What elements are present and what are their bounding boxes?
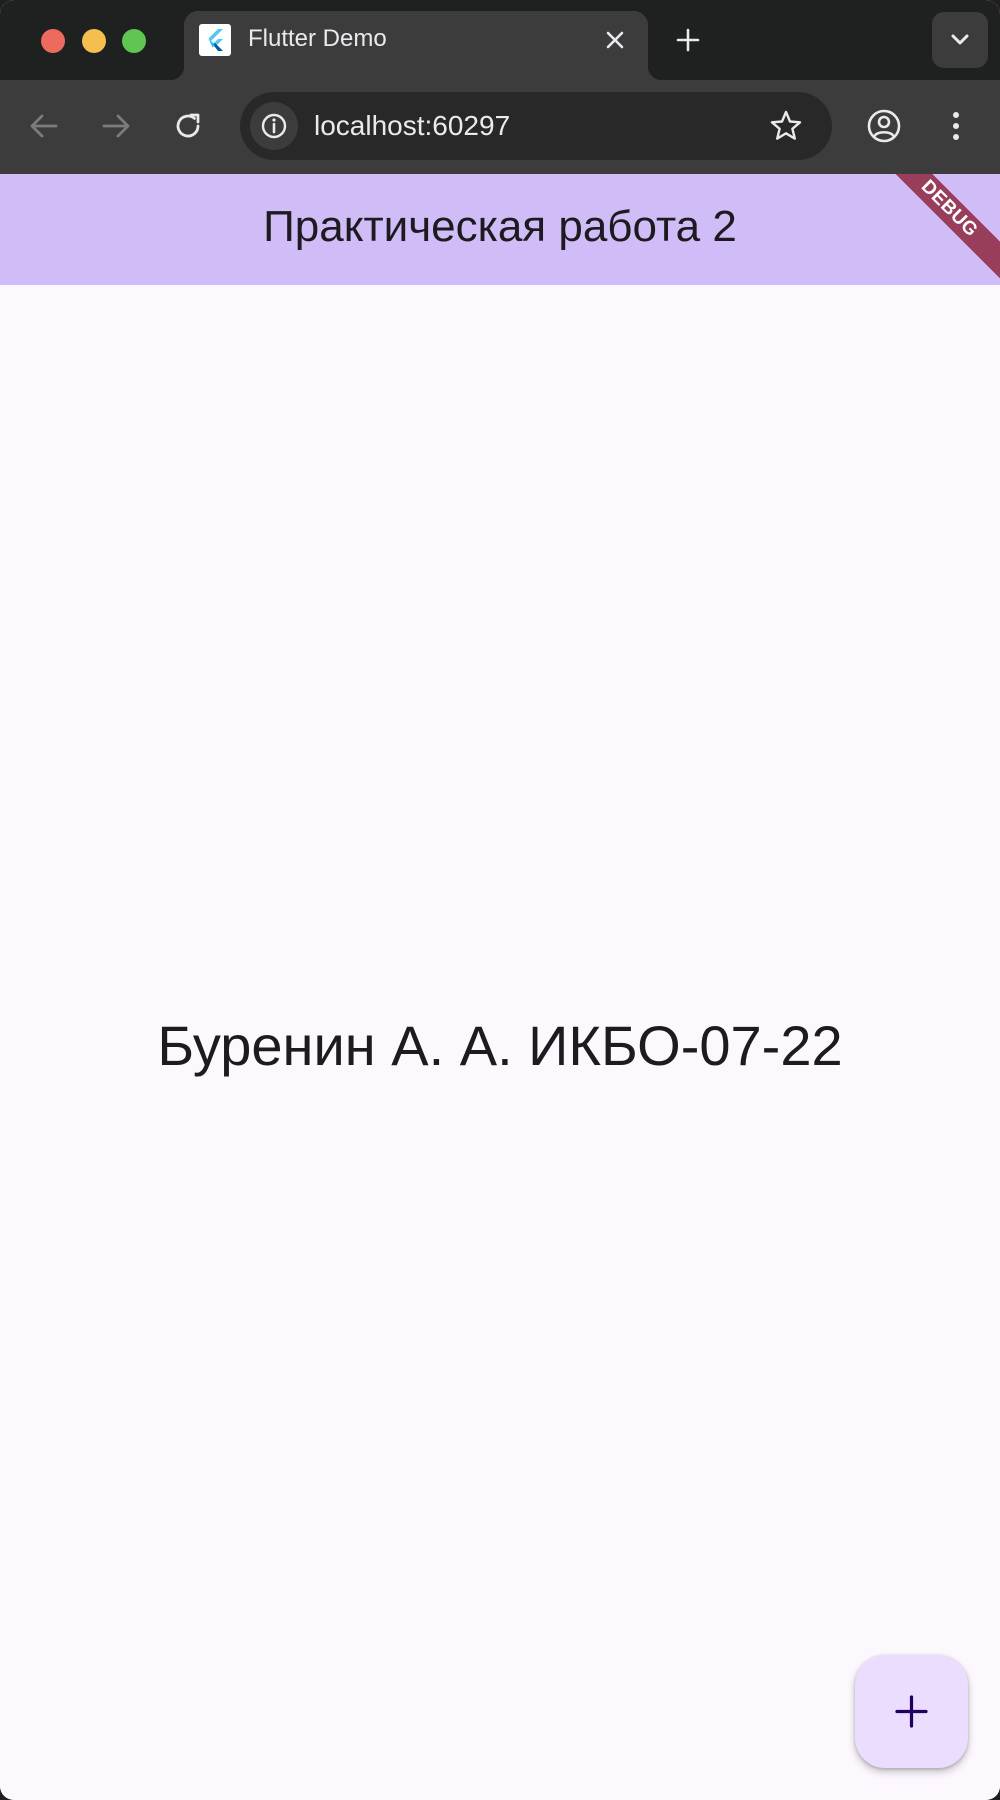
- zoom-window-button[interactable]: [122, 29, 146, 53]
- page-title: Практическая работа 2: [263, 202, 737, 251]
- chevron-down-icon: [951, 34, 969, 45]
- arrow-left-icon: [30, 114, 58, 138]
- reload-button[interactable]: [164, 102, 212, 150]
- flutter-favicon-icon: [199, 24, 231, 56]
- profile-icon: [867, 109, 901, 143]
- add-icon: [895, 1695, 928, 1728]
- minimize-window-button[interactable]: [82, 29, 106, 53]
- increment-fab[interactable]: [855, 1655, 968, 1768]
- close-tab-icon[interactable]: [600, 25, 630, 55]
- tab-strip: Flutter Demo: [0, 0, 1000, 80]
- arrow-right-icon: [102, 114, 130, 138]
- tab-title: Flutter Demo: [248, 25, 387, 52]
- new-tab-icon[interactable]: [672, 24, 704, 56]
- site-info-button[interactable]: [250, 102, 298, 150]
- info-icon: [261, 113, 287, 139]
- more-vert-icon: [953, 112, 959, 140]
- browser-toolbar: localhost:60297: [0, 80, 1000, 174]
- close-window-button[interactable]: [41, 29, 65, 53]
- bookmark-star-icon[interactable]: [768, 108, 804, 144]
- profile-button[interactable]: [860, 102, 908, 150]
- browser-menu-button[interactable]: [932, 102, 980, 150]
- back-button[interactable]: [20, 102, 68, 150]
- app-bar: Практическая работа 2: [0, 174, 1000, 285]
- tab-search-button[interactable]: [932, 12, 988, 68]
- browser-window: Flutter Demo localhost:60297 Практическа…: [0, 0, 1000, 1800]
- student-info-text: Буренин А. А. ИКБО-07-22: [157, 1014, 843, 1077]
- forward-button[interactable]: [92, 102, 140, 150]
- url-text[interactable]: localhost:60297: [314, 110, 510, 142]
- address-bar[interactable]: localhost:60297: [240, 92, 832, 160]
- reload-icon: [176, 113, 200, 138]
- browser-tab[interactable]: Flutter Demo: [170, 11, 662, 80]
